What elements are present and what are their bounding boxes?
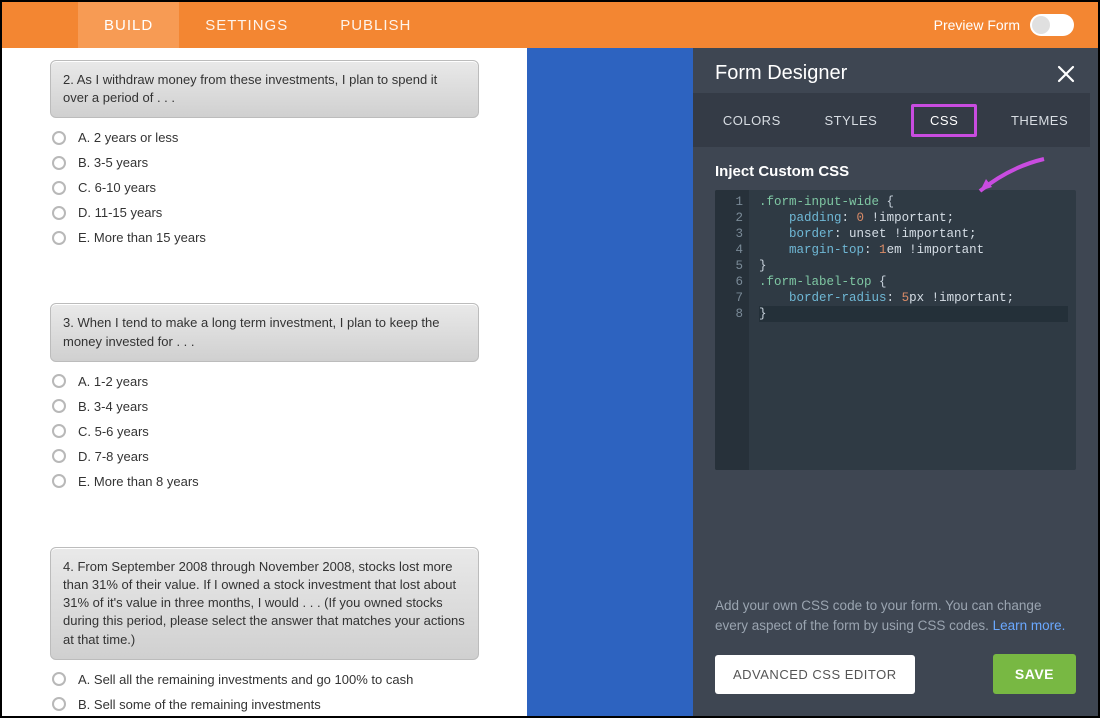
option-label: B. 3-5 years: [78, 155, 148, 170]
top-tab-build[interactable]: BUILD: [78, 2, 179, 48]
question-block: 2. As I withdraw money from these invest…: [50, 60, 479, 245]
radio-icon[interactable]: [52, 206, 66, 220]
option-label: E. More than 15 years: [78, 230, 206, 245]
radio-option[interactable]: B. 3-5 years: [52, 155, 479, 170]
option-label: A. Sell all the remaining investments an…: [78, 672, 413, 687]
radio-option[interactable]: B. Sell some of the remaining investment…: [52, 697, 479, 712]
question-header[interactable]: 3. When I tend to make a long term inves…: [50, 303, 479, 361]
radio-option[interactable]: B. 3-4 years: [52, 399, 479, 414]
close-icon[interactable]: [1056, 64, 1076, 84]
designer-tab-themes[interactable]: THEMES: [1001, 105, 1078, 136]
panel-title: Form Designer: [715, 62, 847, 85]
option-label: A. 1-2 years: [78, 374, 148, 389]
designer-tab-colors[interactable]: COLORS: [713, 105, 791, 136]
form-canvas[interactable]: 2. As I withdraw money from these invest…: [2, 48, 527, 716]
option-label: C. 6-10 years: [78, 180, 156, 195]
radio-option[interactable]: A. 1-2 years: [52, 374, 479, 389]
designer-tab-css[interactable]: CSS: [911, 104, 977, 137]
option-label: A. 2 years or less: [78, 130, 178, 145]
top-tab-settings[interactable]: SETTINGS: [179, 2, 314, 48]
radio-icon[interactable]: [52, 449, 66, 463]
question-header[interactable]: 2. As I withdraw money from these invest…: [50, 60, 479, 118]
radio-option[interactable]: E. More than 15 years: [52, 230, 479, 245]
option-label: B. 3-4 years: [78, 399, 148, 414]
radio-icon[interactable]: [52, 697, 66, 711]
radio-icon[interactable]: [52, 399, 66, 413]
radio-option[interactable]: A. 2 years or less: [52, 130, 479, 145]
question-block: 4. From September 2008 through November …: [50, 547, 479, 712]
form-designer-panel: Form Designer COLORS STYLES CSS THEMES Inje…: [693, 48, 1098, 716]
radio-option[interactable]: C. 5-6 years: [52, 424, 479, 439]
radio-icon[interactable]: [52, 181, 66, 195]
top-nav: BUILDSETTINGSPUBLISH Preview Form: [2, 2, 1098, 48]
radio-icon[interactable]: [52, 374, 66, 388]
radio-option[interactable]: E. More than 8 years: [52, 474, 479, 489]
radio-icon[interactable]: [52, 424, 66, 438]
question-header[interactable]: 4. From September 2008 through November …: [50, 547, 479, 660]
inject-css-label: Inject Custom CSS: [715, 163, 1076, 180]
radio-icon[interactable]: [52, 131, 66, 145]
option-label: C. 5-6 years: [78, 424, 149, 439]
save-button[interactable]: SAVE: [993, 654, 1076, 694]
preview-form-label: Preview Form: [934, 17, 1020, 33]
radio-option[interactable]: D. 11-15 years: [52, 205, 479, 220]
radio-icon[interactable]: [52, 474, 66, 488]
designer-tab-styles[interactable]: STYLES: [814, 105, 887, 136]
css-hint-text: Add your own CSS code to your form. You …: [693, 578, 1098, 637]
radio-option[interactable]: D. 7-8 years: [52, 449, 479, 464]
radio-icon[interactable]: [52, 672, 66, 686]
question-block: 3. When I tend to make a long term inves…: [50, 303, 479, 488]
advanced-css-editor-button[interactable]: ADVANCED CSS EDITOR: [715, 655, 915, 694]
learn-more-link[interactable]: Learn more.: [993, 618, 1066, 633]
radio-icon[interactable]: [52, 231, 66, 245]
radio-icon[interactable]: [52, 156, 66, 170]
option-label: E. More than 8 years: [78, 474, 199, 489]
option-label: D. 11-15 years: [78, 205, 162, 220]
radio-option[interactable]: A. Sell all the remaining investments an…: [52, 672, 479, 687]
top-tab-publish[interactable]: PUBLISH: [314, 2, 437, 48]
preview-toggle[interactable]: [1030, 14, 1074, 36]
option-label: B. Sell some of the remaining investment…: [78, 697, 321, 712]
radio-option[interactable]: C. 6-10 years: [52, 180, 479, 195]
option-label: D. 7-8 years: [78, 449, 149, 464]
css-code-editor[interactable]: 12345678 .form-input-wide { padding: 0 !…: [715, 190, 1076, 470]
